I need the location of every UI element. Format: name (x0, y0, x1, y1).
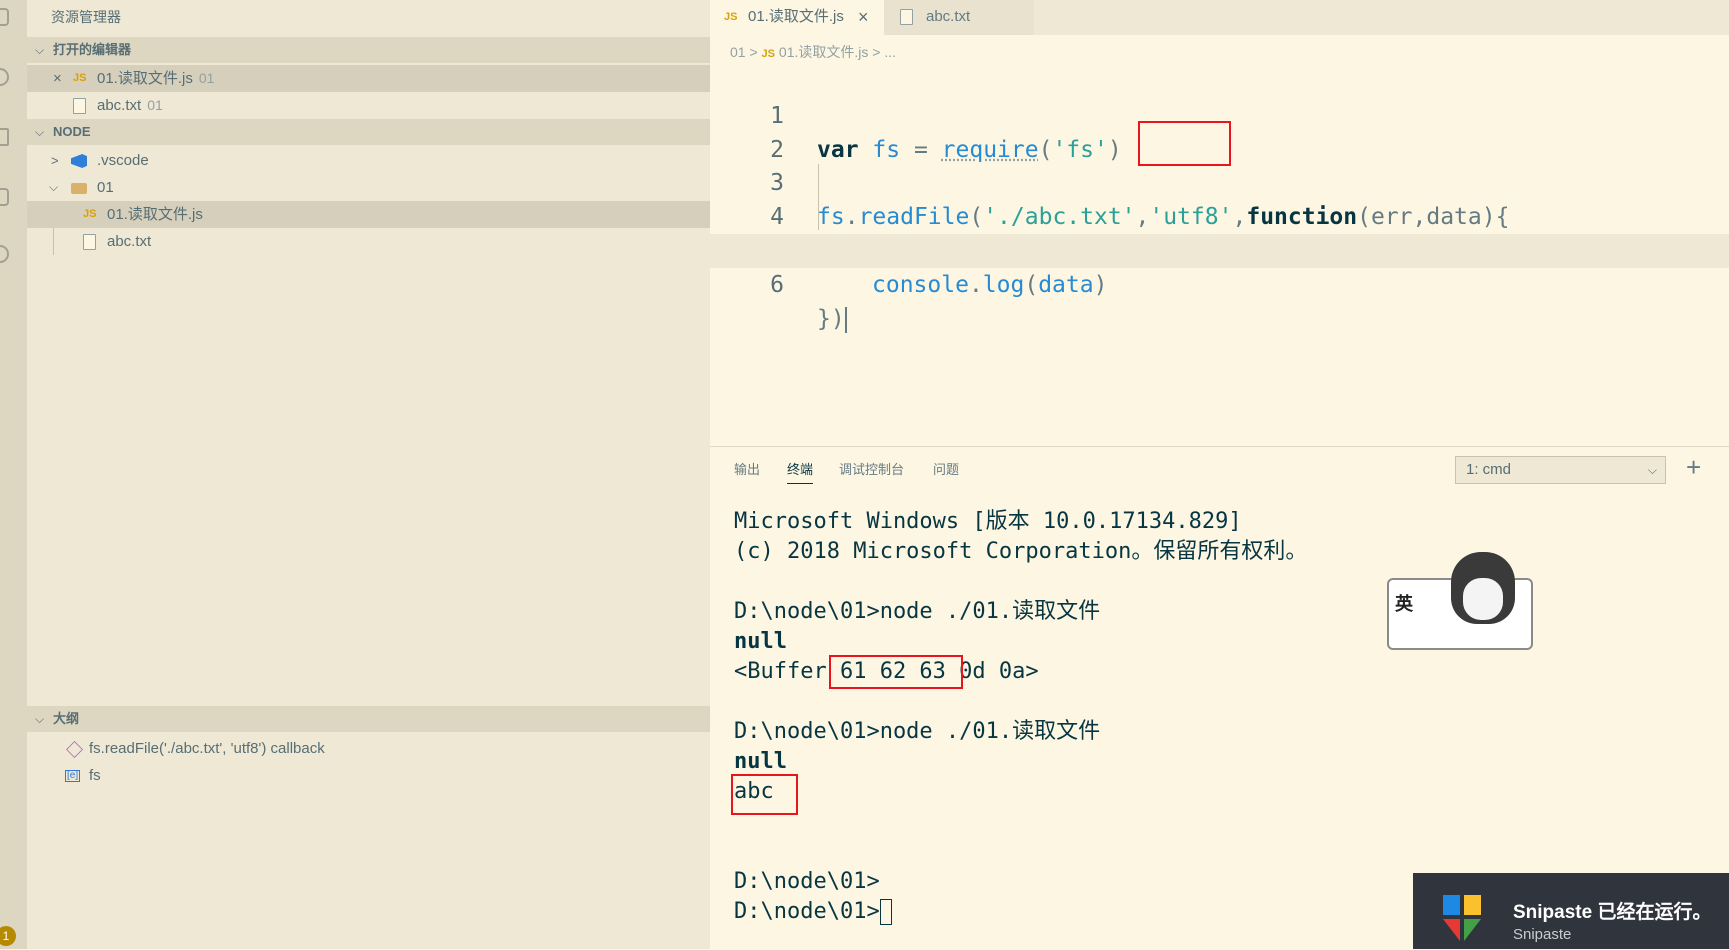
terminal-line: D:\node\01> (734, 869, 880, 894)
terminal-select[interactable]: 1: cmd ⌵ (1455, 456, 1666, 484)
chevron-down-icon: ⌵ (1647, 463, 1657, 477)
terminal-line: D:\node\01>node ./01.读取文件 (734, 719, 1101, 744)
terminal-prompt[interactable]: D:\node\01> (734, 897, 892, 927)
activity-bar: 1 (0, 0, 27, 949)
tree-item-vscode[interactable]: > .vscode (27, 147, 710, 174)
chevron-down-icon: ⌵ (35, 712, 45, 726)
chevron-down-icon: ⌵ (35, 43, 45, 57)
open-editor-folder: 01 (147, 97, 163, 113)
chevron-down-icon: ⌵ (49, 180, 59, 194)
tab-txt-file[interactable]: abc.txt (884, 0, 1034, 35)
terminal-line: null (734, 629, 787, 654)
tab-problems[interactable]: 问题 (933, 459, 959, 483)
workspace-header[interactable]: ⌵ NODE (27, 119, 710, 145)
tree-item-folder-01[interactable]: ⌵ 01 (27, 174, 710, 201)
text-file-icon (83, 234, 96, 251)
variable-icon: [e] (65, 770, 81, 783)
tab-js-file[interactable]: JS 01.读取文件.js × (710, 0, 884, 35)
editor-area: JS 01.读取文件.js × abc.txt 01 > JS 01.读取文件.… (710, 0, 1729, 446)
highlight-box-abc (731, 774, 798, 815)
new-terminal-button[interactable]: + (1686, 453, 1701, 481)
tab-terminal[interactable]: 终端 (787, 459, 814, 484)
terminal-cursor (879, 899, 892, 925)
vscode-folder-icon (71, 154, 87, 169)
explorer-title: 资源管理器 (51, 9, 121, 25)
code-text: }) (817, 306, 845, 332)
close-icon[interactable]: × (858, 0, 869, 34)
outline-item-label: fs.readFile('./abc.txt', 'utf8') callbac… (89, 740, 325, 757)
breadcrumb-folder[interactable]: 01 (730, 44, 746, 60)
toast-title: Snipaste 已经在运行。 (1513, 902, 1712, 923)
method-cube-icon (66, 740, 83, 758)
chevron-right-icon: > (51, 153, 59, 168)
js-file-icon: JS (761, 48, 776, 60)
open-editor-folder: 01 (198, 70, 215, 86)
code-line-4[interactable]: 4 console.log(err) (710, 166, 1729, 264)
outline-item-callback[interactable]: fs.readFile('./abc.txt', 'utf8') callbac… (27, 735, 710, 762)
search-icon[interactable] (0, 68, 9, 86)
dog-sticker-image: 英 (1385, 552, 1533, 652)
breadcrumb-separator: > (749, 44, 758, 60)
tab-label: abc.txt (926, 8, 971, 25)
outline-header[interactable]: ⌵ 大纲 (27, 706, 710, 732)
files-icon[interactable] (0, 8, 9, 26)
toast-subtitle: Snipaste (1513, 926, 1572, 943)
snipaste-notification[interactable]: Snipaste 已经在运行。 Snipaste (1413, 873, 1729, 949)
open-editor-label: abc.txt (97, 97, 142, 114)
js-file-icon: JS (83, 208, 97, 220)
snipaste-logo-icon (1443, 895, 1481, 941)
terminal-line: null (734, 749, 787, 774)
open-editor-item-txt[interactable]: abc.txt 01 (27, 92, 710, 119)
breadcrumb-more[interactable]: > ... (872, 44, 896, 60)
source-control-icon[interactable] (0, 128, 9, 146)
breadcrumb-file[interactable]: 01.读取文件.js (779, 44, 868, 60)
code-line-6[interactable]: 6 }) (710, 234, 1729, 333)
text-file-icon (900, 9, 913, 26)
outline-item-fs[interactable]: [e] fs (27, 762, 710, 789)
text-cursor (844, 306, 847, 333)
tree-item-label: .vscode (97, 152, 149, 169)
outline-item-label: fs (89, 767, 101, 784)
text-file-icon (73, 98, 86, 115)
extensions-icon[interactable] (0, 245, 9, 263)
notification-badge[interactable]: 1 (0, 926, 16, 946)
tree-item-txt-file[interactable]: abc.txt (27, 228, 710, 255)
highlight-box-buffer (829, 655, 963, 689)
close-icon[interactable]: × (53, 65, 62, 92)
open-editor-item-js[interactable]: × JS 01.读取文件.js 01 (27, 65, 710, 92)
editor-tab-bar: JS 01.读取文件.js × abc.txt (710, 0, 1729, 35)
open-editors-header[interactable]: ⌵ 打开的编辑器 (27, 37, 710, 63)
tree-item-js-file[interactable]: JS 01.读取文件.js (27, 201, 710, 228)
open-editor-label: 01.读取文件.js (97, 70, 193, 87)
tab-label: 01.读取文件.js (748, 8, 844, 25)
js-file-icon: JS (73, 72, 87, 84)
tree-item-label: 01 (97, 179, 114, 196)
line-number: 6 (770, 272, 784, 298)
tab-output[interactable]: 输出 (734, 459, 760, 483)
terminal-line: D:\node\01>node ./01.读取文件 (734, 599, 1101, 624)
code-line-5[interactable]: 5 console.log(data) (710, 200, 1729, 298)
terminal-line: Microsoft Windows [版本 10.0.17134.829] (734, 509, 1242, 534)
debug-icon[interactable] (0, 188, 9, 206)
explorer-sidebar: 资源管理器 ⌵ 打开的编辑器 × JS 01.读取文件.js 01 abc.txt… (27, 0, 710, 949)
terminal-select-value: 1: cmd (1466, 461, 1512, 478)
tree-item-label: 01.读取文件.js (107, 206, 203, 223)
tab-debug-console[interactable]: 调试控制台 (839, 459, 904, 483)
code-line-1[interactable]: 1 var fs = require('fs') (710, 65, 1729, 163)
folder-open-icon (71, 182, 87, 194)
breadcrumb: 01 > JS 01.读取文件.js > ... (730, 42, 896, 62)
sticker-text: 英 (1395, 594, 1413, 614)
terminal-line: (c) 2018 Microsoft Corporation。保留所有权利。 (734, 539, 1308, 564)
js-file-icon: JS (724, 11, 738, 23)
chevron-down-icon: ⌵ (35, 125, 45, 139)
highlight-box-utf8 (1138, 121, 1231, 166)
tree-item-label: abc.txt (107, 233, 152, 250)
